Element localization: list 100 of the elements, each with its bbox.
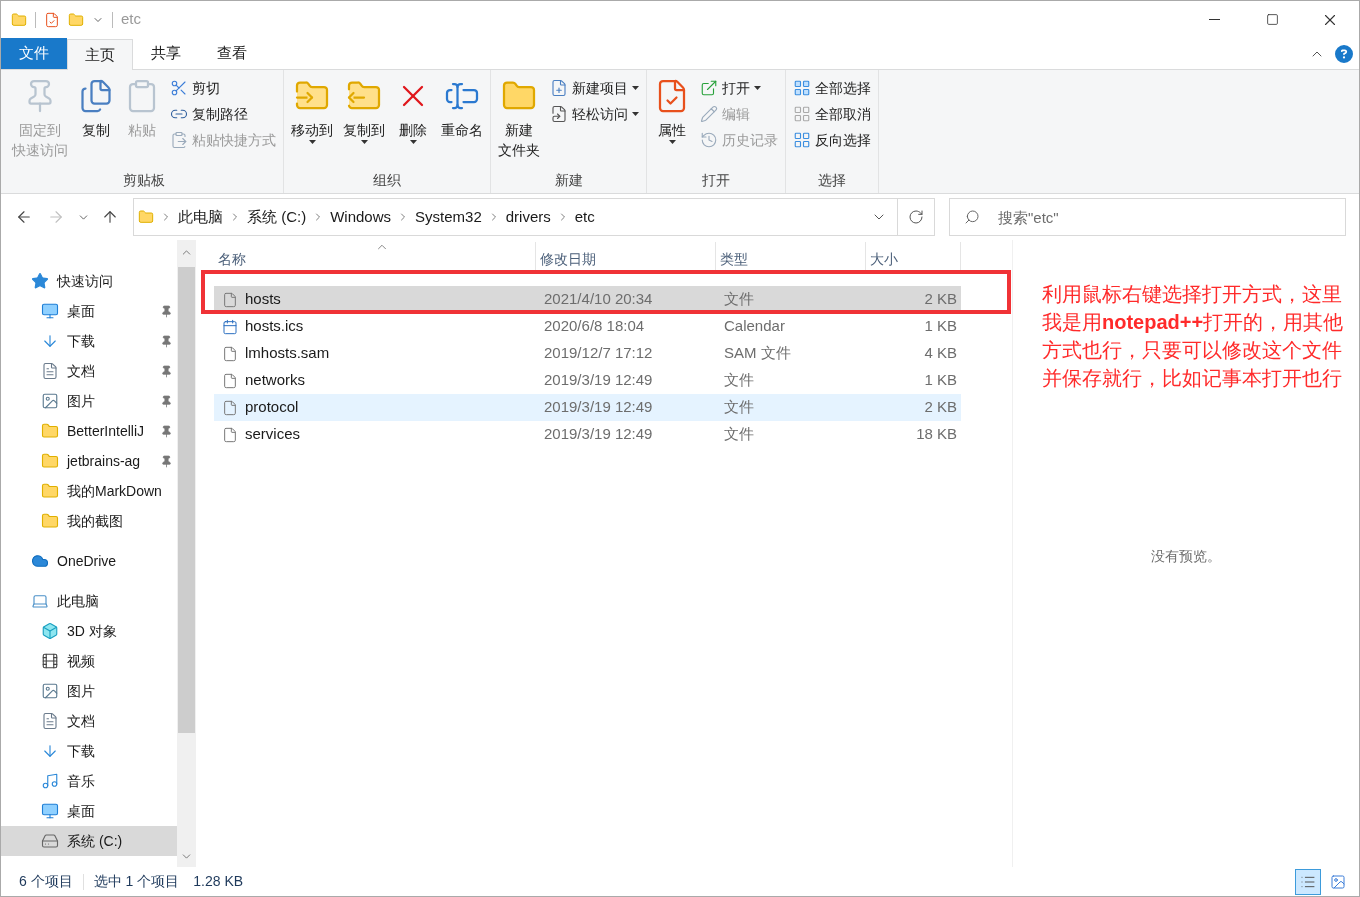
file-row[interactable]: hosts.ics 2020/6/8 18:04 Calendar 1 KB [214,313,961,340]
file-icon [222,291,238,308]
nav-item[interactable]: 下载 [1,736,177,766]
folder-icon [41,422,59,440]
open-icon [700,79,718,97]
caret-icon [632,86,639,90]
help-icon[interactable] [1335,44,1353,63]
nav-item[interactable]: 音乐 [1,766,177,796]
file-name: lmhosts.sam [245,343,330,364]
breadcrumb-item[interactable]: Windows [330,205,392,229]
nav-label: 桌面 [67,801,95,821]
ribbon-small-button[interactable]: 新建项目 [547,76,642,100]
scroll-thumb[interactable] [178,267,195,733]
breadcrumb-item[interactable]: 此电脑 [178,205,223,229]
file-row[interactable]: services 2019/3/19 12:49 文件 18 KB [214,421,961,448]
search-icon [964,209,980,225]
nav-item[interactable]: 快速访问 [1,266,177,296]
ribbon-small-button[interactable]: 轻松访问 [547,102,642,126]
maximize-icon [1265,13,1279,26]
ribbon-small-button[interactable]: 全部取消 [790,102,874,126]
folder-icon[interactable] [11,11,27,28]
caret-icon [668,140,676,144]
column-header[interactable]: 大小 [866,242,961,270]
folder-icon [138,209,154,225]
column-header[interactable]: 修改日期 [536,242,716,270]
pin-icon [160,364,173,378]
details-view-button[interactable] [1295,868,1321,895]
nav-item[interactable]: 视频 [1,646,177,676]
breadcrumb-item[interactable]: System32 [415,205,482,229]
nav-item[interactable]: OneDrive [1,546,177,576]
nav-label: 文档 [67,711,95,731]
column-header[interactable]: 类型 [716,242,866,270]
address-field[interactable]: 此电脑 系统 (C:) Windows System32 drivers etc [133,198,935,236]
pin-icon [160,454,173,468]
file-size: 2 KB [923,289,958,310]
modified-date: 2021/4/10 20:34 [543,289,654,310]
ribbon-button[interactable]: 移动到 [288,74,336,144]
caret-icon [754,86,761,90]
nav-label: 文档 [67,361,95,381]
file-type: 文件 [723,424,755,445]
nav-item[interactable]: 桌面 [1,796,177,826]
ribbon-small-button[interactable]: 复制路径 [167,102,279,126]
nav-label: 图片 [67,391,95,411]
nav-item[interactable]: 下载 [1,326,177,356]
file-row[interactable]: lmhosts.sam 2019/12/7 17:12 SAM 文件 4 KB [214,340,961,367]
caret-icon [308,140,316,144]
file-type: 文件 [723,370,755,391]
column-header[interactable]: 名称 [214,242,536,270]
scroll-bar[interactable] [177,240,196,867]
file-row[interactable]: protocol 2019/3/19 12:49 文件 2 KB [214,394,961,421]
nav-item[interactable]: 我的截图 [1,506,177,536]
folder-icon [41,482,59,500]
ribbon-small-button[interactable]: 全部选择 [790,76,874,100]
document-icon [41,362,59,380]
nav-item[interactable]: 我的MarkDown [1,476,177,506]
ribbon-button[interactable]: 重命名 [438,74,486,140]
file-name: hosts.ics [245,316,304,337]
shortcut-icon [170,131,188,149]
pin-icon [160,394,173,408]
ribbon-button[interactable]: 属性 [651,74,693,144]
nav-item[interactable]: 文档 [1,356,177,386]
ribbon-button[interactable]: 复制 [75,74,117,140]
file-type: Calendar [723,316,786,337]
ribbon-tab[interactable]: 文件 [1,38,67,69]
ribbon-button[interactable]: 新建 文件夹 [495,74,543,160]
item-count: 6 个项目 [19,872,73,891]
folder-icon[interactable] [68,11,84,28]
breadcrumb-item[interactable]: 系统 (C:) [247,205,307,229]
nav-item[interactable]: 3D 对象 [1,616,177,646]
ribbon-tab[interactable]: 查看 [199,38,265,69]
modified-date: 2019/3/19 12:49 [543,424,654,445]
nav-item[interactable]: 文档 [1,706,177,736]
nav-item[interactable]: 图片 [1,386,177,416]
ribbon-small-button[interactable]: 打开 [697,76,781,100]
search-field[interactable]: 搜索"etc" [949,198,1346,236]
monitor-icon [41,802,59,820]
ribbon-button[interactable]: 删除 [392,74,434,144]
file-row[interactable]: networks 2019/3/19 12:49 文件 1 KB [214,367,961,394]
nav-label: 图片 [67,681,95,701]
nav-item[interactable]: jetbrains-ag [1,446,177,476]
nav-item[interactable]: 图片 [1,676,177,706]
breadcrumb-item[interactable]: etc [574,205,595,229]
new-item-icon [550,79,568,97]
ribbon-button[interactable]: 复制到 [340,74,388,144]
breadcrumb-item[interactable]: drivers [505,205,551,229]
group-label: 剪贴板 [122,171,166,190]
nav-item[interactable]: BetterIntelliJ [1,416,177,446]
ribbon-tab[interactable]: 主页 [67,39,133,70]
file-name: hosts [245,289,281,310]
minimize-icon [1208,19,1220,20]
ribbon-tab[interactable]: 共享 [133,38,199,69]
properties-icon[interactable] [44,11,60,28]
ribbon-small-button[interactable]: 剪切 [167,76,279,100]
film-icon [41,652,59,670]
nav-item[interactable]: 此电脑 [1,586,177,616]
ribbon-small-button[interactable]: 反向选择 [790,128,874,152]
star-icon [31,272,49,290]
nav-item[interactable]: 桌面 [1,296,177,326]
nav-item[interactable]: 系统 (C:) [1,826,177,856]
pin-icon [160,334,173,348]
